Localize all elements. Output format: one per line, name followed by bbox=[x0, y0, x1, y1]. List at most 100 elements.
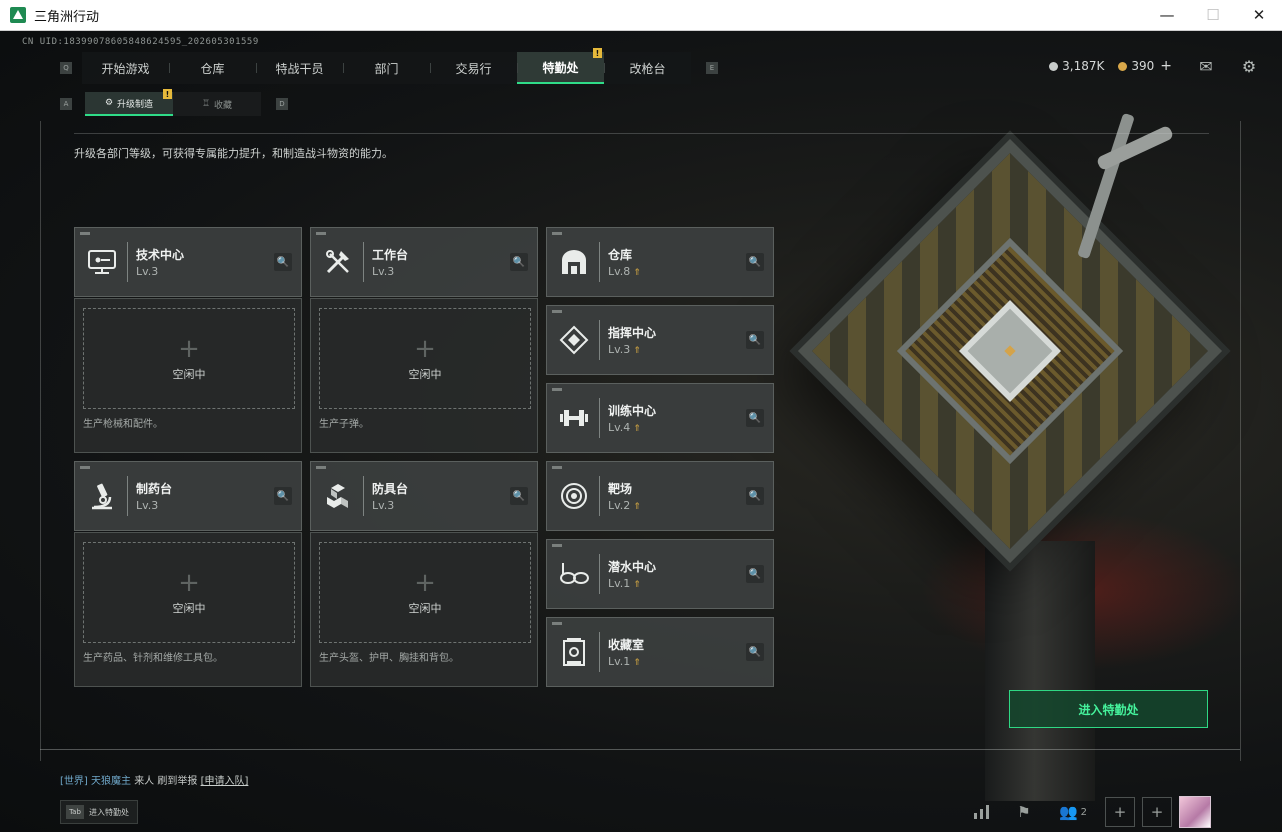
bottom-toolbar: ⚑ 👥 2 + + bbox=[967, 796, 1211, 828]
search-icon[interactable]: 🔍 bbox=[510, 487, 528, 505]
search-icon[interactable]: 🔍 bbox=[746, 331, 764, 349]
level-text: Lv.1 bbox=[608, 577, 631, 590]
trophy-icon: ♖ bbox=[201, 99, 211, 109]
production-slot-pharmacy[interactable]: + 空闲中 生产药品、针剂和维修工具包。 bbox=[74, 532, 302, 687]
nav-key-q[interactable]: Q bbox=[60, 62, 72, 74]
search-icon[interactable]: 🔍 bbox=[274, 253, 292, 271]
card-separator bbox=[599, 476, 600, 516]
empty-slot[interactable]: + 空闲中 bbox=[83, 542, 295, 643]
workshop-card-tech-center[interactable]: 技术中心 Lv.3 🔍 bbox=[74, 227, 302, 297]
search-icon[interactable]: 🔍 bbox=[746, 253, 764, 271]
upgrade-arrow-icon: ⇑ bbox=[633, 658, 641, 668]
tab-hint[interactable]: Tab 进入特勤处 bbox=[60, 800, 138, 824]
tab-gunsmith[interactable]: 改枪台 bbox=[604, 52, 691, 84]
card-separator bbox=[599, 398, 600, 438]
join-team-link[interactable]: [申请入队] bbox=[201, 776, 249, 787]
workshop-level: Lv.3 bbox=[372, 499, 395, 512]
department-level: Lv.2 ⇑ bbox=[608, 499, 641, 512]
minimize-button[interactable]: — bbox=[1144, 0, 1190, 31]
department-name: 靶场 bbox=[608, 482, 633, 496]
card-separator bbox=[363, 242, 364, 282]
cubes-icon bbox=[321, 479, 355, 513]
plus-icon: + bbox=[414, 333, 436, 364]
subtab-key-d[interactable]: D bbox=[276, 98, 288, 110]
empty-slot[interactable]: + 空闲中 bbox=[83, 308, 295, 409]
search-icon[interactable]: 🔍 bbox=[746, 409, 764, 427]
chat-text: 来人 刷到举报 bbox=[134, 776, 198, 787]
nav-key-e[interactable]: E bbox=[706, 62, 718, 74]
production-slot-armor[interactable]: + 空闲中 生产头盔、护甲、胸挂和背包。 bbox=[310, 532, 538, 687]
production-slot-tech-center[interactable]: + 空闲中 生产枪械和配件。 bbox=[74, 298, 302, 453]
search-icon[interactable]: 🔍 bbox=[746, 565, 764, 583]
uid-text: CN UID:1839907860584862459­5_20260530155… bbox=[22, 37, 259, 47]
tab-key: Tab bbox=[66, 805, 84, 819]
tab-start-game[interactable]: 开始游戏 bbox=[82, 52, 169, 84]
silver-coin-icon bbox=[1049, 61, 1059, 71]
card-tag bbox=[552, 466, 562, 469]
department-card-diving-center[interactable]: 潜水中心 Lv.1 ⇑ 🔍 bbox=[546, 539, 774, 609]
team-members[interactable]: 👥 2 bbox=[1053, 797, 1093, 827]
slot-description: 生产枪械和配件。 bbox=[83, 419, 163, 430]
upgrade-arrow-icon: ⇑ bbox=[633, 424, 641, 434]
card-tag bbox=[316, 232, 326, 235]
workshop-card-workbench[interactable]: 工作台 Lv.3 🔍 bbox=[310, 227, 538, 297]
stats-chart-icon[interactable] bbox=[967, 797, 997, 827]
flag-icon[interactable]: ⚑ bbox=[1009, 797, 1039, 827]
department-name: 训练中心 bbox=[608, 404, 657, 418]
production-slot-workbench[interactable]: + 空闲中 生产子弹。 bbox=[310, 298, 538, 453]
tab-warehouse[interactable]: 仓库 bbox=[169, 52, 256, 84]
department-card-command-center[interactable]: 指挥中心 Lv.3 ⇑ 🔍 bbox=[546, 305, 774, 375]
department-card-training-center[interactable]: 训练中心 Lv.4 ⇑ 🔍 bbox=[546, 383, 774, 453]
target-icon bbox=[557, 479, 591, 513]
close-button[interactable]: ✕ bbox=[1236, 0, 1282, 31]
subtab-upgrade-craft[interactable]: ⚙ 升级制造 ! bbox=[85, 89, 173, 116]
tab-department[interactable]: 部门 bbox=[343, 52, 430, 84]
empty-slot[interactable]: + 空闲中 bbox=[319, 308, 531, 409]
tab-special-ops[interactable]: 特勤处 ! bbox=[517, 48, 604, 84]
gold-amount: 390 bbox=[1131, 59, 1155, 73]
silver-currency: 3,187K bbox=[1049, 59, 1104, 73]
dumbbell-icon bbox=[557, 401, 591, 435]
search-icon[interactable]: 🔍 bbox=[510, 253, 528, 271]
silver-amount: 3,187K bbox=[1062, 59, 1105, 73]
empty-slot[interactable]: + 空闲中 bbox=[319, 542, 531, 643]
workshop-card-pharmacy[interactable]: 制药台 Lv.3 🔍 bbox=[74, 461, 302, 531]
card-tag bbox=[316, 466, 326, 469]
invite-slot-button[interactable]: + bbox=[1142, 797, 1172, 827]
department-card-warehouse[interactable]: 仓库 Lv.8 ⇑ 🔍 bbox=[546, 227, 774, 297]
search-icon[interactable]: 🔍 bbox=[746, 643, 764, 661]
department-card-collection-room[interactable]: 收藏室 Lv.1 ⇑ 🔍 bbox=[546, 617, 774, 687]
upgrade-arrow-icon: ⇑ bbox=[633, 502, 641, 512]
chat-sender[interactable]: 天狼魔主 bbox=[91, 776, 131, 787]
invite-slot-button[interactable]: + bbox=[1105, 797, 1135, 827]
team-count: 2 bbox=[1080, 806, 1088, 818]
game-viewport: CN UID:1839907860584862459­5_20260530155… bbox=[0, 31, 1282, 832]
card-tag bbox=[552, 622, 562, 625]
level-text: Lv.2 bbox=[608, 499, 631, 512]
card-tag bbox=[552, 310, 562, 313]
tab-market[interactable]: 交易行 bbox=[430, 52, 517, 84]
workshop-card-armor[interactable]: 防具台 Lv.3 🔍 bbox=[310, 461, 538, 531]
search-icon[interactable]: 🔍 bbox=[274, 487, 292, 505]
level-text: Lv.3 bbox=[608, 343, 631, 356]
tab-operators[interactable]: 特战干员 bbox=[256, 52, 343, 84]
player-avatar[interactable] bbox=[1179, 796, 1211, 828]
add-gold-button[interactable]: + bbox=[1160, 58, 1172, 74]
department-name: 潜水中心 bbox=[608, 560, 657, 574]
department-card-shooting-range[interactable]: 靶场 Lv.2 ⇑ 🔍 bbox=[546, 461, 774, 531]
subtab-key-a[interactable]: A bbox=[60, 98, 72, 110]
mail-icon[interactable]: ✉ bbox=[1196, 56, 1216, 76]
maximize-button[interactable]: ☐ bbox=[1190, 0, 1236, 31]
enter-special-ops-button[interactable]: 进入特勤处 bbox=[1009, 690, 1208, 728]
card-tag bbox=[552, 388, 562, 391]
search-icon[interactable]: 🔍 bbox=[746, 487, 764, 505]
workshop-level: Lv.3 bbox=[136, 265, 159, 278]
window-titlebar: 三角洲行动 — ☐ ✕ bbox=[0, 0, 1282, 31]
settings-gear-icon[interactable]: ⚙ bbox=[1239, 56, 1259, 76]
workshop-level: Lv.3 bbox=[372, 265, 395, 278]
subtab-collection[interactable]: ♖ 收藏 bbox=[173, 92, 261, 116]
level-text: Lv.8 bbox=[608, 265, 631, 278]
slot-description: 生产子弹。 bbox=[319, 419, 369, 430]
hud-line bbox=[1240, 121, 1241, 761]
goggles-icon bbox=[557, 557, 591, 591]
